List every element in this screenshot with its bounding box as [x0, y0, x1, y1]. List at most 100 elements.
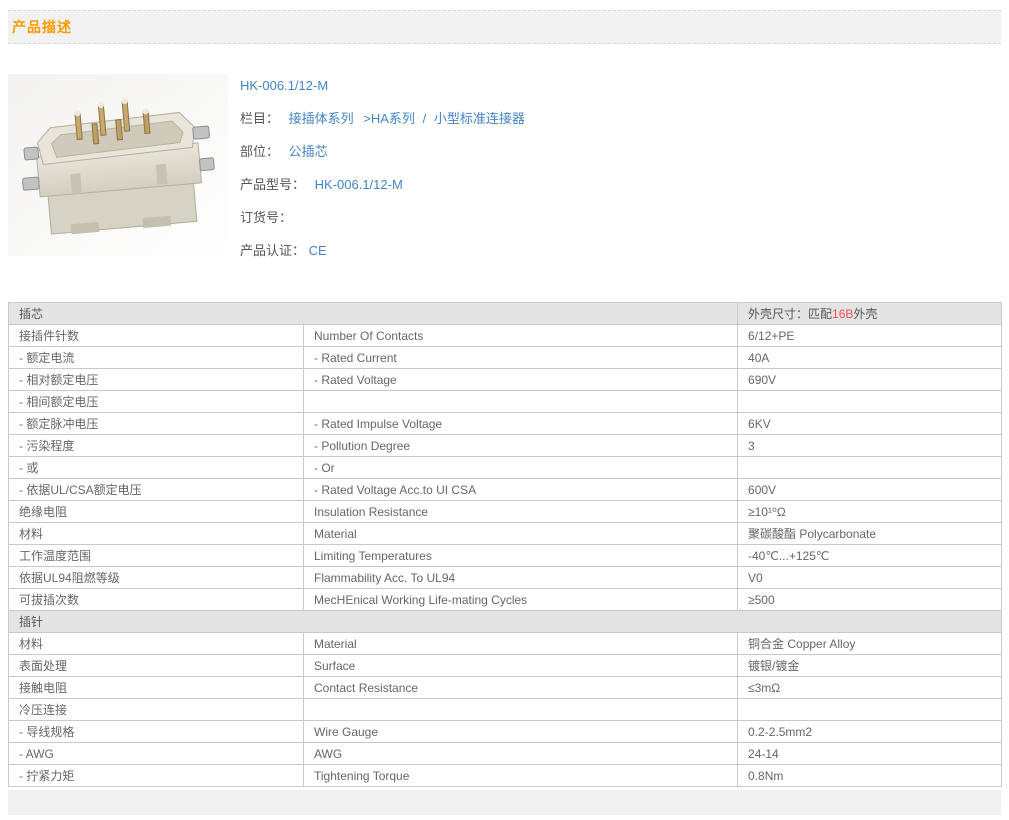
- spec-row: - 相对额定电压 - Rated Voltage 690V: [8, 368, 1003, 391]
- product-category-line: 栏目： 接插体系列 >HA系列 / 小型标准连接器: [240, 109, 525, 129]
- section-header-row: 插芯 外壳尺寸：匹配16B外壳: [7, 302, 1003, 325]
- spec-cell-en: Insulation Resistance: [302, 500, 739, 523]
- spec-cell-cn: - 相间额定电压: [8, 390, 304, 413]
- spec-cell-en: Wire Gauge: [302, 720, 739, 743]
- spec-row: 绝缘电阻 Insulation Resistance ≥10¹⁰Ω: [8, 500, 1003, 523]
- spec-row: 材料 Material 铜合金 Copper Alloy: [8, 632, 1003, 655]
- spec-cell-value: 24-14: [737, 742, 1003, 765]
- product-part-line: 部位： 公插芯: [240, 142, 525, 162]
- section-title: 插针: [7, 610, 1003, 633]
- product-title-line: HK-006.1/12-M: [240, 76, 525, 96]
- spec-row: - 拧紧力矩 Tightening Torque 0.8Nm: [8, 764, 1003, 787]
- spec-cell-cn: 绝缘电阻: [8, 500, 304, 523]
- spec-cell-en: [302, 390, 739, 413]
- spec-row: - 依据UL/CSA额定电压 - Rated Voltage Acc.to UI …: [8, 478, 1003, 501]
- spec-row: 冷压连接: [8, 698, 1003, 721]
- spec-cell-cn: 材料: [8, 522, 304, 545]
- spec-cell-cn: - 或: [8, 456, 304, 479]
- spec-row: 材料 Material 聚碳酸酯 Polycarbonate: [8, 522, 1003, 545]
- spec-cell-value: [737, 698, 1003, 721]
- cert-label: 产品认证：: [240, 243, 306, 258]
- spec-row: 接插件针数 Number Of Contacts 6/12+PE: [8, 324, 1003, 347]
- spec-row: - 导线规格 Wire Gauge 0.2-2.5mm2: [8, 720, 1003, 743]
- spec-cell-value: 镀银/镀金: [737, 654, 1003, 677]
- spec-cell-cn: - 导线规格: [8, 720, 304, 743]
- spec-cell-value: ≥500: [737, 588, 1003, 611]
- spec-cell-en: Flammability Acc. To UL94: [302, 566, 739, 589]
- spec-cell-value: 6/12+PE: [737, 324, 1003, 347]
- spec-cell-cn: - 拧紧力矩: [8, 764, 304, 787]
- product-order-line: 订货号：: [240, 208, 525, 228]
- spec-cell-en: Number Of Contacts: [302, 324, 739, 347]
- page-title: 产品描述: [12, 19, 72, 35]
- bottom-section-bar: [8, 790, 1001, 815]
- spec-cell-en: Material: [302, 632, 739, 655]
- shell-size-highlight: 16B: [832, 307, 854, 321]
- spec-cell-en: MecHEnical Working Life-mating Cycles: [302, 588, 739, 611]
- product-title-link[interactable]: HK-006.1/12-M: [240, 78, 328, 93]
- spec-cell-en: - Rated Impulse Voltage: [302, 412, 739, 435]
- spec-cell-en: - Rated Voltage: [302, 368, 739, 391]
- product-model-line: 产品型号： HK-006.1/12-M: [240, 175, 525, 195]
- product-info: HK-006.1/12-M 栏目： 接插体系列 >HA系列 / 小型标准连接器 …: [240, 74, 525, 274]
- spec-row: - 或- Or: [8, 456, 1003, 479]
- spec-row: - 相间额定电压: [8, 390, 1003, 413]
- spec-cell-en: Contact Resistance: [302, 676, 739, 699]
- spec-row: 接触电阻 Contact Resistance ≤3mΩ: [8, 676, 1003, 699]
- spec-cell-cn: 材料: [8, 632, 304, 655]
- spec-cell-en: - Pollution Degree: [302, 434, 739, 457]
- spec-cell-cn: - 额定电流: [8, 346, 304, 369]
- section-title-bar: 产品描述: [8, 10, 1001, 44]
- spec-row: 可拔插次数 MecHEnical Working Life-mating Cycl…: [8, 588, 1003, 611]
- part-label: 部位：: [240, 144, 280, 159]
- spec-cell-cn: - 依据UL/CSA额定电压: [8, 478, 304, 501]
- model-label: 产品型号：: [240, 177, 306, 192]
- spec-row: 依据UL94阻燃等级 Flammability Acc. To UL94 V0: [8, 566, 1003, 589]
- spec-cell-value: 3: [737, 434, 1003, 457]
- spec-cell-cn: 接插件针数: [8, 324, 304, 347]
- spec-cell-en: Tightening Torque: [302, 764, 739, 787]
- product-cert-line: 产品认证： CE: [240, 241, 525, 261]
- spec-cell-value: 0.2-2.5mm2: [737, 720, 1003, 743]
- spec-cell-value: [737, 456, 1003, 479]
- page: 产品描述 HK-006.1/12-M 栏目： 接插体系列 >HA系列 / 小型标…: [0, 10, 1009, 820]
- part-link[interactable]: 公插芯: [289, 144, 328, 159]
- spec-cell-value: 铜合金 Copper Alloy: [737, 632, 1003, 655]
- product-image: [8, 74, 228, 256]
- product-section: HK-006.1/12-M 栏目： 接插体系列 >HA系列 / 小型标准连接器 …: [8, 74, 1001, 274]
- spec-cell-value: ≥10¹⁰Ω: [737, 500, 1003, 523]
- connector-photo-illustration: [8, 74, 228, 256]
- spec-cell-value: V0: [737, 566, 1003, 589]
- spec-row: 表面处理 Surface 镀银/镀金: [8, 654, 1003, 677]
- category-link-ha[interactable]: >HA系列: [363, 111, 415, 126]
- spec-cell-en: [302, 698, 739, 721]
- category-separator: /: [422, 111, 427, 126]
- spec-cell-en: - Or: [302, 456, 739, 479]
- spec-cell-cn: - 额定脉冲电压: [8, 412, 304, 435]
- spec-cell-en: AWG: [302, 742, 739, 765]
- category-link-mini[interactable]: 小型标准连接器: [434, 111, 525, 126]
- spec-cell-value: -40℃...+125℃: [737, 544, 1003, 567]
- spec-cell-cn: 接触电阻: [8, 676, 304, 699]
- spec-table: 插芯 外壳尺寸：匹配16B外壳 接插件针数 Number Of Contacts 6/1…: [7, 302, 1003, 787]
- category-link-series[interactable]: 接插体系列: [289, 111, 354, 126]
- spec-cell-value: 600V: [737, 478, 1003, 501]
- spec-row: - 污染程度 - Pollution Degree 3: [8, 434, 1003, 457]
- cert-link[interactable]: CE: [309, 243, 327, 258]
- spec-row: - AWG AWG 24-14: [8, 742, 1003, 765]
- spec-cell-value: 6KV: [737, 412, 1003, 435]
- order-label: 订货号：: [240, 210, 293, 225]
- spec-cell-cn: 工作温度范围: [8, 544, 304, 567]
- model-link[interactable]: HK-006.1/12-M: [315, 177, 403, 192]
- spec-cell-en: Material: [302, 522, 739, 545]
- section-header-row: 插针: [7, 610, 1003, 633]
- spec-cell-cn: 冷压连接: [8, 698, 304, 721]
- spec-row: - 额定脉冲电压 - Rated Impulse Voltage 6KV: [8, 412, 1003, 435]
- section-title: 插芯: [7, 302, 739, 325]
- spec-cell-en: Surface: [302, 654, 739, 677]
- spec-cell-cn: 表面处理: [8, 654, 304, 677]
- spec-table-body: 插芯 外壳尺寸：匹配16B外壳 接插件针数 Number Of Contacts 6/1…: [7, 302, 1003, 787]
- spec-cell-value: 690V: [737, 368, 1003, 391]
- spec-row: - 额定电流 - Rated Current 40A: [8, 346, 1003, 369]
- spec-cell-value: 40A: [737, 346, 1003, 369]
